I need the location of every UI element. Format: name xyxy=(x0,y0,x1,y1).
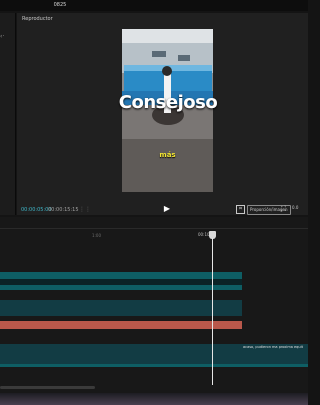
playhead-time: 00:10 xyxy=(198,232,210,237)
player-title: Reproductor xyxy=(22,16,53,22)
video-track-overlay-inner xyxy=(0,279,242,285)
current-time: 00:00:05:00 xyxy=(21,207,52,213)
grid-icon[interactable]: ⋮⋮ xyxy=(79,206,91,213)
clip-label: acaso, pudieron ma proxima equit xyxy=(243,345,303,349)
collapse-chevron-icon[interactable]: ‹· xyxy=(0,33,4,40)
more-options-button[interactable]: 0.0 xyxy=(292,205,298,210)
ruler-tick: 1:00 xyxy=(92,233,101,238)
left-panel xyxy=(0,13,16,215)
playhead-line[interactable] xyxy=(212,238,213,385)
audio-track[interactable] xyxy=(0,321,242,329)
video-track-main[interactable] xyxy=(0,300,242,316)
timeline-scrollbar[interactable] xyxy=(0,386,95,389)
play-button[interactable]: ▶ xyxy=(162,204,172,214)
fullscreen-icon[interactable]: ⛶ xyxy=(281,205,286,214)
video-subcaption: más xyxy=(159,151,176,159)
total-time: 00:00:15:15 xyxy=(48,207,79,213)
window-title: 0825 xyxy=(53,2,67,8)
timeline-ruler[interactable]: 1:00 xyxy=(0,229,308,240)
video-track-secondary[interactable] xyxy=(0,344,242,364)
crop-icon[interactable]: ⌗ xyxy=(236,205,245,214)
track-bar xyxy=(0,364,308,367)
bottom-edge xyxy=(0,393,308,405)
video-caption: Consejoso xyxy=(118,92,218,113)
